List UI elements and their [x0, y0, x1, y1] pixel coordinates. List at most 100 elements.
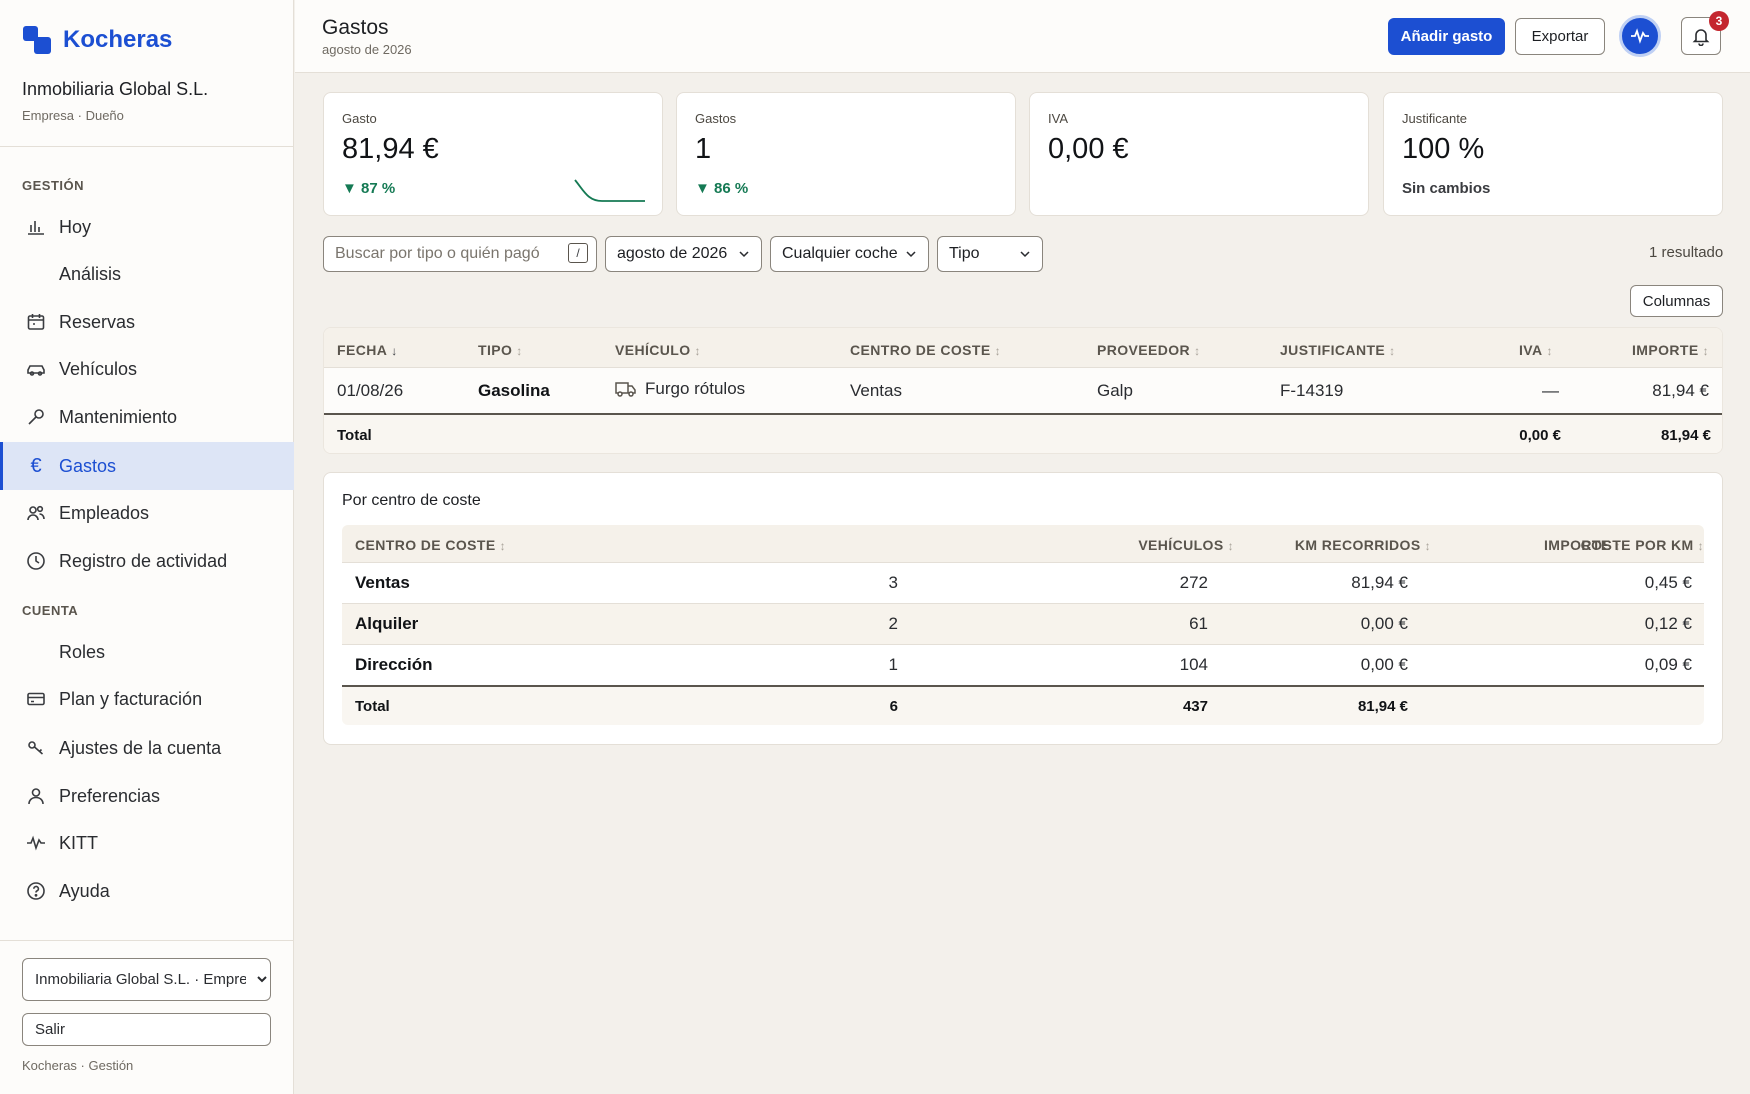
total-vat: 0,00 €	[1519, 427, 1561, 444]
kpi-value: 0,00 €	[1048, 133, 1129, 165]
sidebar-divider	[0, 146, 294, 147]
sidebar-item-label: Análisis	[59, 263, 122, 284]
type-filter-value: Tipo	[949, 245, 980, 262]
bar-chart-icon	[25, 216, 47, 238]
column-header-cost-per-km[interactable]: COSTE POR KM ↕	[1581, 537, 1704, 553]
sidebar-item-gastos[interactable]: € Gastos	[0, 442, 294, 490]
company-info: Inmobiliaria Global S.L. Empresa · Dueño	[22, 79, 208, 123]
help-icon	[25, 880, 47, 902]
cell-km: 272	[1179, 573, 1208, 592]
page-header: Gastos agosto de 2026 Añadir gasto Expor…	[295, 0, 1750, 73]
table-total-row: Total 6 437 81,94 €	[342, 685, 1704, 725]
kpi-value: 81,94 €	[342, 133, 439, 165]
cell-receipt: F-14319	[1280, 381, 1344, 400]
company-name: Inmobiliaria Global S.L.	[22, 79, 209, 99]
car-filter[interactable]: Cualquier coche	[770, 236, 929, 272]
pulse-icon	[1631, 28, 1649, 44]
column-header-km[interactable]: KM RECORRIDOS ↕	[1295, 537, 1431, 553]
columns-button[interactable]: Columnas	[1630, 285, 1723, 317]
van-icon	[615, 382, 636, 397]
cell-date: 01/08/26	[337, 381, 404, 400]
key-icon	[25, 737, 47, 759]
column-header-vehicles[interactable]: VEHÍCULOS ↕	[1138, 537, 1234, 553]
sidebar-item-label: Reservas	[59, 311, 136, 332]
total-amount: 81,94 €	[1357, 698, 1408, 715]
sidebar-item-preferencias[interactable]: Preferencias	[0, 772, 294, 820]
logout-button[interactable]: Salir	[22, 1013, 271, 1046]
sidebar-item-label: Vehículos	[59, 358, 138, 379]
brand-logo[interactable]: Kocheras	[23, 26, 172, 54]
expenses-table: FECHA ↓ TIPO ↕ VEHÍCULO ↕ CENTRO DE COSTE ↕ …	[323, 327, 1723, 454]
column-header-amount[interactable]: IMPORTE ↕	[1632, 342, 1709, 358]
sort-icon: ↕	[694, 344, 701, 358]
column-header-center[interactable]: CENTRO DE COSTE ↕	[355, 537, 506, 553]
organization-select[interactable]: Inmobiliaria Global S.L. · Empresa	[22, 958, 271, 1001]
brand-name: Kocheras	[63, 26, 173, 53]
sidebar-item-mantenimiento[interactable]: Mantenimiento	[0, 393, 294, 441]
table-row[interactable]: Ventas 3 272 81,94 € 0,45 €	[342, 563, 1704, 604]
sidebar-item-hoy[interactable]: Hoy	[0, 203, 294, 251]
clock-icon	[25, 550, 47, 572]
month-filter-value: agosto de 2026	[617, 245, 728, 262]
sort-icon: ↕	[499, 539, 506, 553]
column-header-receipt[interactable]: JUSTIFICANTE ↕	[1280, 342, 1396, 358]
sidebar-item-plan[interactable]: Plan y facturación	[0, 675, 294, 723]
type-filter[interactable]: Tipo	[937, 236, 1043, 272]
total-km: 437	[1182, 698, 1208, 715]
sidebar-item-empleados[interactable]: Empleados	[0, 489, 294, 537]
total-label: Total	[337, 427, 372, 444]
sort-icon: ↕	[1702, 344, 1709, 358]
table-row[interactable]: Alquiler 2 61 0,00 € 0,12 €	[342, 604, 1704, 645]
kpi-value: 100 %	[1402, 133, 1485, 165]
sidebar-item-label: KITT	[59, 832, 98, 853]
export-button[interactable]: Exportar	[1515, 18, 1605, 55]
sidebar-item-label: Hoy	[59, 216, 92, 237]
column-header-type[interactable]: TIPO ↕	[478, 342, 523, 358]
month-filter[interactable]: agosto de 2026	[605, 236, 762, 272]
sidebar-item-kitt[interactable]: KITT	[0, 819, 294, 867]
sidebar-item-label: Preferencias	[59, 785, 161, 806]
search-input[interactable]	[323, 236, 597, 272]
column-header-supplier[interactable]: PROVEEDOR ↕	[1097, 342, 1200, 358]
table-header: CENTRO DE COSTE ↕ VEHÍCULOS ↕ KM RECORRIDO…	[342, 525, 1704, 563]
sidebar-item-label: Registro de actividad	[59, 550, 228, 571]
section-label-management: GESTIÓN	[22, 178, 85, 193]
trend-down-icon: ▼	[695, 180, 710, 197]
sidebar-item-registro[interactable]: Registro de actividad	[0, 537, 294, 585]
shortcut-key-hint: /	[568, 243, 588, 263]
sidebar-item-ajustes[interactable]: Ajustes de la cuenta	[0, 724, 294, 772]
sidebar-item-ayuda[interactable]: Ayuda	[0, 867, 294, 915]
cell-vehicle: Furgo rótulos	[615, 379, 745, 399]
sidebar-item-reservas[interactable]: Reservas	[0, 298, 294, 346]
kpi-label: Gastos	[695, 111, 737, 126]
add-expense-button[interactable]: Añadir gasto	[1388, 18, 1505, 55]
kpi-card-iva: IVA 0,00 €	[1029, 92, 1369, 216]
cost-center-card: Por centro de coste CENTRO DE COSTE ↕ VEH…	[323, 472, 1723, 745]
sort-icon: ↕	[1424, 539, 1431, 553]
kpi-delta: Sin cambios	[1402, 180, 1491, 197]
sort-icon: ↕	[1389, 344, 1396, 358]
sidebar-item-label: Mantenimiento	[59, 406, 178, 427]
sidebar-item-analisis[interactable]: Análisis	[0, 250, 294, 298]
column-header-vat[interactable]: IVA ↕	[1519, 342, 1553, 358]
cell-supplier: Galp	[1097, 381, 1133, 400]
page-subtitle: agosto de 2026	[322, 42, 412, 57]
total-amount: 81,94 €	[1660, 427, 1711, 444]
kpi-card-gasto: Gasto 81,94 € ▼ 87 %	[323, 92, 663, 216]
sidebar-item-vehiculos[interactable]: Vehículos	[0, 345, 294, 393]
assistant-button[interactable]	[1619, 15, 1661, 57]
column-header-date[interactable]: FECHA ↓	[337, 342, 398, 358]
sidebar-item-roles[interactable]: Roles	[0, 628, 294, 676]
cell-cost-per-km: 0,45 €	[1644, 573, 1692, 592]
sidebar-footer: Kocheras · Gestión	[22, 1058, 134, 1073]
cell-cost-per-km: 0,09 €	[1644, 655, 1692, 674]
cell-type: Gasolina	[478, 381, 550, 400]
sort-icon: ↕	[1227, 539, 1234, 553]
trend-down-icon: ▼	[342, 180, 357, 197]
column-header-cost-center[interactable]: CENTRO DE COSTE ↕	[850, 342, 1001, 358]
total-label: Total	[355, 698, 390, 715]
column-header-vehicle[interactable]: VEHÍCULO ↕	[615, 342, 701, 358]
chevron-down-icon	[739, 251, 749, 258]
page-title: Gastos	[322, 16, 389, 39]
table-row[interactable]: Dirección 1 104 0,00 € 0,09 €	[342, 645, 1704, 686]
